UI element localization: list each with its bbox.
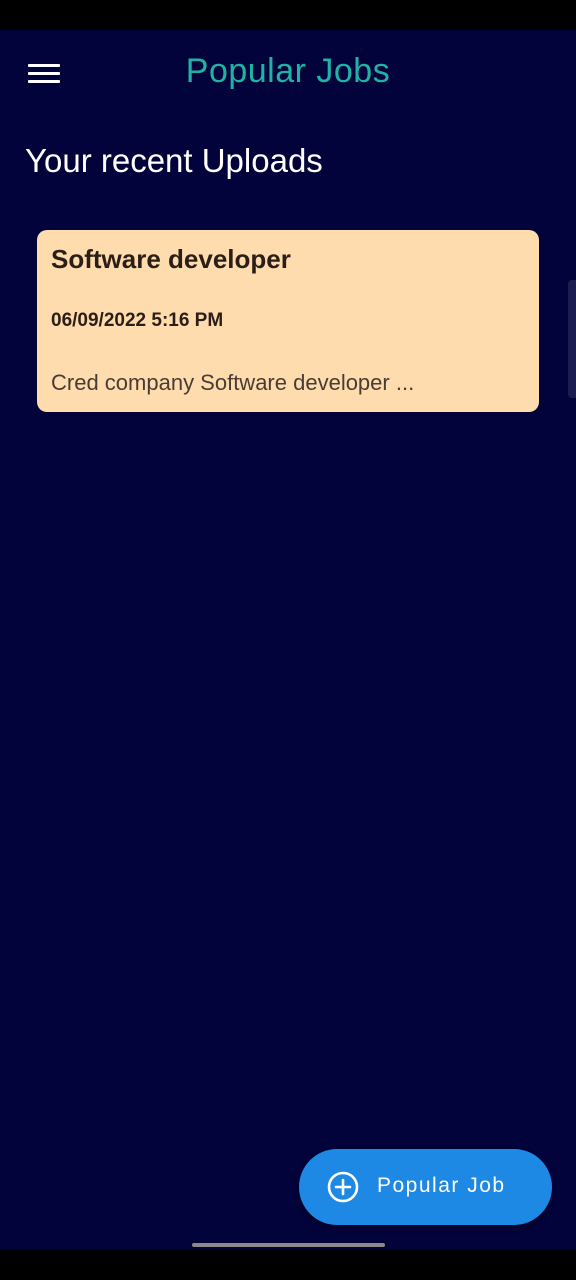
job-date: 06/09/2022 5:16 PM [51,310,224,331]
status-bar [0,0,576,30]
app-content: Popular Jobs Your recent Uploads Softwar… [0,30,576,1250]
app-title: Popular Jobs [185,52,391,90]
job-description: Cred company Software developer ... [51,370,415,395]
section-title: Your recent Uploads [25,142,323,179]
system-nav-bar [0,1243,576,1280]
upload-card[interactable]: Software developer 06/09/2022 5:16 PM Cr… [37,230,539,412]
scroll-indicator[interactable] [568,280,576,398]
add-popular-job-button[interactable]: Popular Job [299,1149,552,1225]
fab-label: Popular Job [377,1174,506,1197]
home-indicator[interactable] [192,1243,385,1247]
app-bar: Popular Jobs [0,30,576,116]
screen: Popular Jobs Your recent Uploads Softwar… [0,0,576,1280]
job-title: Software developer [51,244,291,274]
add-circle-icon [327,1171,359,1203]
